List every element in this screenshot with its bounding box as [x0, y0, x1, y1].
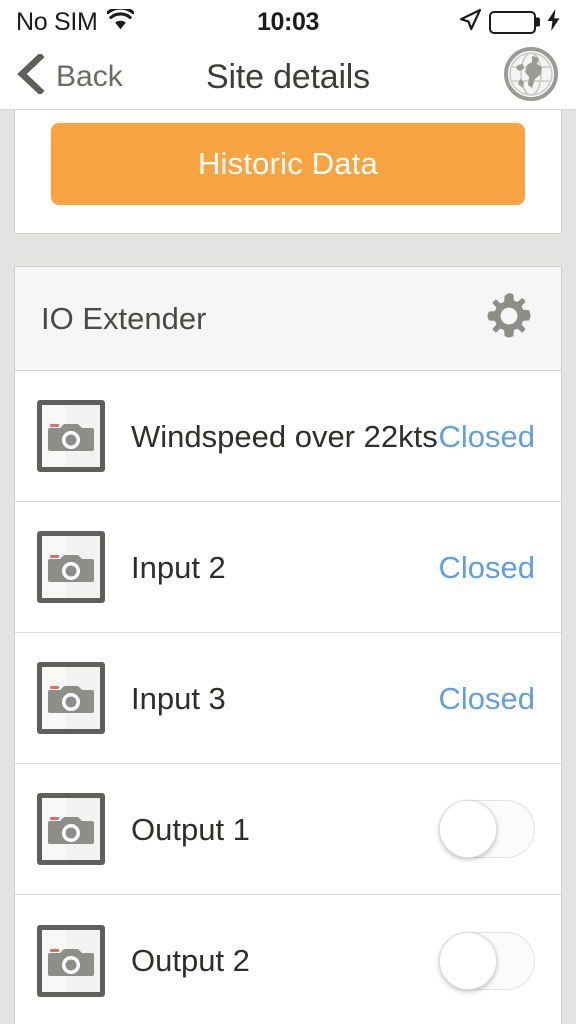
- gear-icon: [483, 290, 535, 347]
- globe-icon: [502, 45, 560, 108]
- back-button[interactable]: Back: [16, 52, 123, 99]
- list-item-label: Output 2: [131, 943, 250, 978]
- back-button-label: Back: [56, 59, 123, 93]
- output-toggle[interactable]: [439, 800, 535, 858]
- list-item[interactable]: Input 2 Closed: [15, 502, 561, 633]
- card-spacer: [0, 234, 576, 266]
- list-item-label: Input 2: [131, 549, 226, 585]
- io-extender-header: IO Extender: [15, 267, 561, 371]
- content-scroll-area[interactable]: Historic Data IO Extender Windspeed over…: [0, 110, 576, 1024]
- io-extender-card: IO Extender Windspeed over 22kts Closed …: [14, 266, 562, 1024]
- list-item[interactable]: Input 3 Closed: [15, 633, 561, 764]
- status-bar-right: [458, 8, 560, 37]
- status-badge: Closed: [438, 418, 536, 454]
- battery-icon: [489, 10, 536, 34]
- location-arrow-icon: [458, 8, 482, 37]
- list-item[interactable]: Output 2: [15, 895, 561, 1024]
- navigation-bar: Back Site details: [0, 44, 576, 110]
- list-item[interactable]: Windspeed over 22kts Closed: [15, 371, 561, 502]
- toggle-knob: [439, 800, 497, 858]
- historic-data-card: Historic Data: [14, 110, 562, 234]
- camera-placeholder-icon: [37, 531, 105, 603]
- camera-placeholder-icon: [37, 793, 105, 865]
- lightning-bolt-icon: [547, 8, 560, 36]
- io-extender-title: IO Extender: [41, 301, 207, 336]
- list-item-label: Input 3: [131, 680, 226, 716]
- globe-button[interactable]: [502, 45, 560, 108]
- status-badge: Closed: [438, 549, 536, 585]
- toggle-knob: [439, 931, 497, 990]
- historic-data-button[interactable]: Historic Data: [51, 123, 525, 205]
- settings-button[interactable]: [483, 290, 535, 347]
- list-item-label: Windspeed over 22kts: [131, 418, 438, 454]
- camera-placeholder-icon: [37, 924, 105, 997]
- list-item-label: Output 1: [131, 811, 250, 847]
- camera-placeholder-icon: [37, 662, 105, 734]
- chevron-left-icon: [16, 52, 46, 99]
- status-badge: Closed: [438, 680, 536, 716]
- list-item[interactable]: Output 1: [15, 764, 561, 895]
- output-toggle[interactable]: [439, 931, 535, 990]
- camera-placeholder-icon: [37, 400, 105, 472]
- status-bar: No SIM 10:03: [0, 0, 576, 44]
